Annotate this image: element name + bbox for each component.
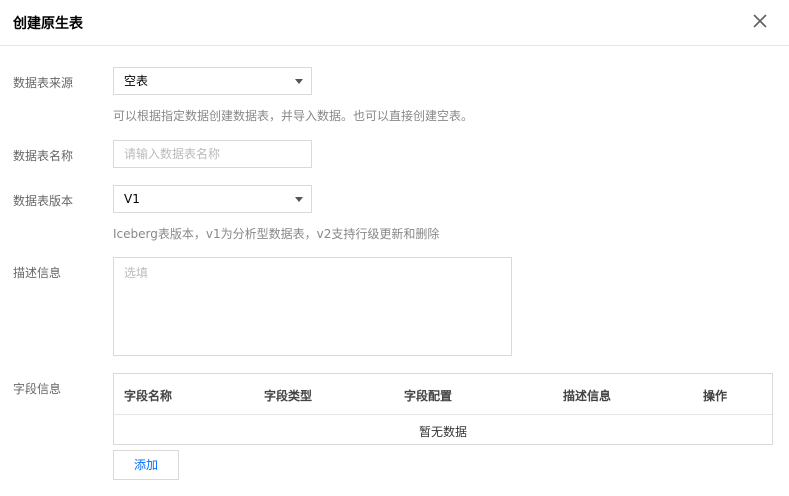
empty-state-text: 暂无数据	[418, 425, 467, 439]
source-select-value: 空表	[124, 74, 149, 88]
column-header: 字段类型	[264, 389, 313, 403]
close-icon[interactable]	[749, 10, 771, 32]
column-header: 操作	[703, 389, 728, 403]
chevron-down-icon	[295, 79, 303, 84]
source-select[interactable]: 空表	[113, 67, 312, 95]
add-field-button[interactable]: 添加	[113, 450, 179, 480]
version-hint: Iceberg表版本，v1为分析型数据表，v2支持行级更新和删除	[113, 227, 440, 241]
version-label: 数据表版本	[13, 194, 74, 208]
name-label: 数据表名称	[13, 149, 74, 163]
fields-table-header: 字段名称 字段类型 字段配置 描述信息 操作	[114, 374, 772, 415]
dialog-title: 创建原生表	[13, 16, 83, 32]
fields-table: 字段名称 字段类型 字段配置 描述信息 操作 暂无数据	[113, 373, 773, 445]
column-header: 字段配置	[404, 389, 453, 403]
dialog-header: 创建原生表	[0, 0, 789, 46]
column-header: 描述信息	[563, 389, 612, 403]
fields-label: 字段信息	[13, 382, 62, 396]
table-name-input[interactable]	[113, 140, 312, 168]
description-textarea[interactable]	[113, 257, 512, 356]
description-label: 描述信息	[13, 266, 62, 280]
version-select-value: V1	[124, 192, 140, 206]
source-hint: 可以根据指定数据创建数据表，并导入数据。也可以直接创建空表。	[113, 109, 474, 123]
source-label: 数据表来源	[13, 76, 74, 90]
chevron-down-icon	[295, 197, 303, 202]
version-select[interactable]: V1	[113, 185, 312, 213]
column-header: 字段名称	[124, 389, 173, 403]
